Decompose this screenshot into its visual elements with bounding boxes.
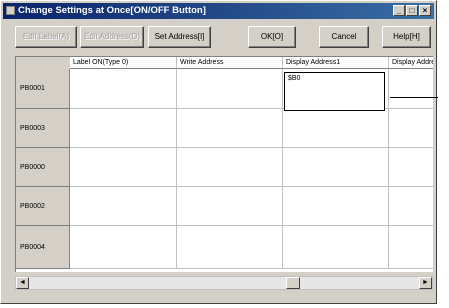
set-address-button[interactable]: Set Address[I] xyxy=(148,26,211,48)
change-settings-window: Change Settings at Once[ON/OFF Button] _… xyxy=(0,0,437,304)
close-button[interactable]: × xyxy=(419,5,431,16)
row-header[interactable]: PB0000 xyxy=(16,148,70,187)
grid-corner xyxy=(16,57,70,69)
grid-cell[interactable] xyxy=(177,109,283,148)
title-bar[interactable]: Change Settings at Once[ON/OFF Button] _… xyxy=(3,3,434,19)
grid-cell[interactable] xyxy=(70,148,177,187)
grid-cell[interactable] xyxy=(389,148,433,187)
cancel-button[interactable]: Cancel xyxy=(319,26,369,48)
grid-cell[interactable] xyxy=(283,148,389,187)
scroll-left-icon[interactable]: ◄ xyxy=(16,277,29,289)
help-button[interactable]: Help[H] xyxy=(382,26,431,48)
grid-cell[interactable] xyxy=(177,148,283,187)
ok-button[interactable]: OK[O] xyxy=(248,26,296,48)
row-header[interactable]: PB0001 xyxy=(16,69,70,109)
column-header[interactable]: Label ON(Type 0) xyxy=(70,57,177,69)
row-header[interactable]: PB0003 xyxy=(16,109,70,148)
callout-line xyxy=(390,97,438,98)
column-header[interactable]: Display Address1 xyxy=(283,57,389,69)
grid-cell[interactable] xyxy=(177,69,283,109)
grid-cell[interactable] xyxy=(283,226,389,269)
edit-address-button[interactable]: Edit Address(D) xyxy=(80,26,144,48)
grid-cell[interactable] xyxy=(283,187,389,226)
window-title: Change Settings at Once[ON/OFF Button] xyxy=(18,5,206,16)
app-icon xyxy=(6,6,15,15)
grid-cell[interactable] xyxy=(70,226,177,269)
cell-edit-input[interactable]: $B0 xyxy=(284,72,385,111)
horizontal-scrollbar[interactable]: ◄ ► xyxy=(15,276,433,290)
grid-cell[interactable] xyxy=(389,226,433,269)
maximize-button[interactable]: □ xyxy=(406,5,418,16)
scroll-right-icon[interactable]: ► xyxy=(419,277,432,289)
grid-cell[interactable] xyxy=(283,109,389,148)
row-header[interactable]: PB0004 xyxy=(16,226,70,269)
row-header[interactable]: PB0002 xyxy=(16,187,70,226)
edit-label-button[interactable]: Edit Label(A) xyxy=(15,26,77,48)
grid-cell[interactable] xyxy=(389,109,433,148)
grid-cell[interactable] xyxy=(177,226,283,269)
settings-grid[interactable]: Label ON(Type 0) Write Address Display A… xyxy=(15,56,433,272)
grid-cell[interactable] xyxy=(389,69,433,109)
column-header[interactable]: Write Address xyxy=(177,57,283,69)
column-header[interactable]: Display Addre xyxy=(389,57,433,69)
minimize-button[interactable]: _ xyxy=(393,5,405,16)
grid-cell[interactable] xyxy=(70,109,177,148)
grid-cell[interactable] xyxy=(70,69,177,109)
grid-cell[interactable] xyxy=(177,187,283,226)
grid-cell[interactable] xyxy=(389,187,433,226)
scroll-thumb[interactable] xyxy=(286,277,300,289)
grid-cell[interactable] xyxy=(70,187,177,226)
